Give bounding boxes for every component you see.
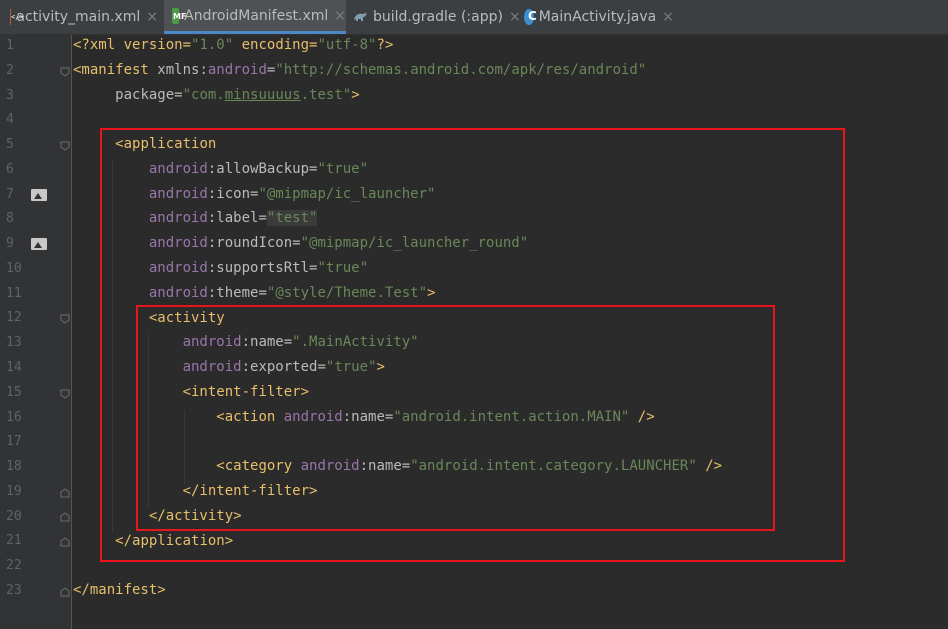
line-number: 4 (6, 112, 14, 127)
close-icon[interactable]: × (334, 8, 346, 24)
image-preview-icon[interactable] (31, 238, 47, 250)
line-number: 15 (6, 385, 22, 400)
fold-marker-icon[interactable] (60, 67, 70, 77)
line-number: 8 (6, 211, 14, 226)
gradle-file-icon (352, 9, 368, 25)
xml-declaration: ?> (376, 37, 394, 53)
string-value: "1.0" (191, 37, 234, 53)
line-number: 17 (6, 434, 22, 449)
code-line-23[interactable]: </manifest> (73, 581, 166, 599)
line-number: 10 (6, 261, 22, 276)
string-value: minsuuuus (224, 87, 301, 103)
fold-marker-icon[interactable] (60, 141, 70, 151)
close-icon[interactable]: × (662, 9, 674, 25)
line-number: 11 (6, 286, 22, 301)
attribute: xmlns: (157, 62, 208, 78)
xml-file-icon (10, 9, 29, 25)
line-number: 5 (6, 137, 14, 152)
activity-highlight-box (136, 305, 775, 531)
tag: </manifest> (73, 582, 166, 598)
fold-end-marker-icon[interactable] (60, 587, 70, 597)
line-number: 19 (6, 484, 22, 499)
fold-end-marker-icon[interactable] (60, 537, 70, 547)
attribute: package= (115, 87, 183, 103)
line-number: 7 (6, 187, 14, 202)
string-value: "com. (182, 87, 225, 103)
tag: <manifest (73, 62, 158, 78)
line-number: 16 (6, 410, 22, 425)
image-preview-icon[interactable] (31, 189, 47, 201)
line-number: 22 (6, 558, 22, 573)
java-class-icon (524, 9, 536, 25)
string-value: "http://schemas.android.com/apk/res/andr… (275, 62, 647, 78)
code-line-1[interactable]: <?xml version="1.0" encoding="utf-8"?> (73, 36, 393, 54)
manifest-file-icon (172, 7, 187, 24)
line-number: 21 (6, 533, 22, 548)
line-number: 9 (6, 236, 14, 251)
tab-mainactivity-java[interactable]: MainActivity.java × (524, 0, 674, 34)
string-value: "utf-8" (317, 37, 377, 53)
line-number: 14 (6, 360, 22, 375)
code-line-2[interactable]: <manifest xmlns:android="http://schemas.… (73, 61, 646, 79)
tag: > (351, 87, 360, 103)
line-number: 2 (6, 63, 14, 78)
close-icon[interactable]: × (509, 9, 521, 25)
tab-build-gradle[interactable]: build.gradle (:app) × (352, 0, 521, 34)
xml-declaration: encoding= (233, 37, 318, 53)
line-number: 23 (6, 583, 22, 598)
tab-label: activity_main.xml (16, 9, 141, 25)
tab-label: MainActivity.java (538, 9, 657, 25)
string-value: .test" (300, 87, 352, 103)
gutter-divider (71, 35, 72, 629)
editor-tab-bar: activity_main.xml × AndroidManifest.xml … (0, 0, 948, 35)
close-icon[interactable]: × (146, 9, 158, 25)
fold-marker-icon[interactable] (60, 314, 70, 324)
line-number: 6 (6, 162, 14, 177)
code-line-3[interactable]: package="com.minsuuuus.test"> (73, 86, 360, 104)
fold-end-marker-icon[interactable] (60, 512, 70, 522)
line-number: 3 (6, 88, 14, 103)
line-number: 20 (6, 509, 22, 524)
tab-label: AndroidManifest.xml (184, 7, 329, 24)
namespace: android (207, 62, 267, 78)
line-number: 18 (6, 459, 22, 474)
fold-end-marker-icon[interactable] (60, 488, 70, 498)
tab-activity-main-xml[interactable]: activity_main.xml × (10, 0, 158, 34)
line-number: 13 (6, 335, 22, 350)
line-number: 1 (6, 38, 14, 53)
fold-marker-icon[interactable] (60, 389, 70, 399)
line-number: 12 (6, 310, 22, 325)
tab-label: build.gradle (:app) (373, 9, 503, 25)
tab-android-manifest-xml[interactable]: AndroidManifest.xml × (164, 0, 346, 34)
xml-declaration: <?xml version= (73, 37, 192, 53)
